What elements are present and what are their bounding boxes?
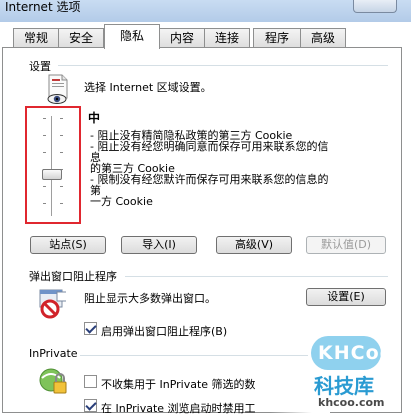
popup-settings-button[interactable]: 设置(E) [306, 288, 386, 306]
popup-blocked-icon [38, 289, 68, 319]
slider-tick [60, 186, 63, 187]
slider-tick [43, 118, 46, 119]
slider-tick [43, 152, 46, 153]
zone-prompt: 选择 Internet 区域设置。 [84, 81, 212, 94]
privacy-level-description: - 阻止没有精简隐私政策的第三方 Cookie - 阻止没有经您明确同意而保存可… [90, 130, 330, 207]
desc-line: 一方 Cookie [90, 195, 153, 208]
inprivate-heading: InPrivate [29, 347, 78, 360]
slider-track [51, 116, 53, 216]
settings-divider [58, 65, 388, 66]
inprivate-disable-toolbars-label: 在 InPrivate 浏览启动时禁用工 [101, 402, 256, 415]
slider-tick [60, 203, 63, 204]
default-button[interactable]: 默认值(D) [306, 236, 386, 254]
slider-tick [43, 203, 46, 204]
slider-tick [60, 152, 63, 153]
slider-tick [60, 135, 63, 136]
privacy-content: 设置 选择 Internet 区域设置。 中 - 阻止没有精简隐私政策的第三方 … [0, 0, 411, 415]
slider-tick [60, 118, 63, 119]
desc-line: - 阻止没有经您明确同意而保存可用来联系您的信息 [90, 140, 329, 164]
enable-popup-blocker-label: 启用弹出窗口阻止程序(B) [101, 325, 228, 338]
popup-blocker-heading: 弹出窗口阻止程序 [29, 270, 117, 283]
popup-divider [125, 276, 388, 277]
privacy-document-icon [45, 74, 71, 104]
advanced-button[interactable]: 高级(V) [216, 236, 292, 254]
watermark-url: khcoo.com [318, 396, 385, 409]
privacy-level-slider-thumb[interactable] [42, 169, 62, 180]
desc-line: - 限制没有经您默许而保存可用来联系您的信息的第 [90, 173, 329, 197]
inprivate-icon [37, 366, 69, 396]
inprivate-filter-label: 不收集用于 InPrivate 筛选的数 [101, 378, 256, 391]
inprivate-divider [80, 355, 308, 356]
popup-blocker-text: 阻止显示大多数弹出窗口。 [84, 292, 216, 305]
settings-heading: 设置 [29, 60, 51, 73]
inprivate-filter-checkbox[interactable] [84, 375, 97, 388]
enable-popup-blocker-checkbox[interactable] [84, 322, 97, 335]
import-button[interactable]: 导入(I) [121, 236, 197, 254]
slider-tick [43, 186, 46, 187]
watermark-name: 科技库 [314, 374, 374, 398]
privacy-level-slider-frame [25, 106, 81, 224]
watermark-logo: KHCoo [318, 342, 394, 364]
slider-tick [43, 135, 46, 136]
privacy-level-title: 中 [88, 111, 101, 125]
sites-button[interactable]: 站点(S) [30, 236, 106, 254]
inprivate-disable-toolbars-checkbox[interactable] [84, 399, 97, 412]
